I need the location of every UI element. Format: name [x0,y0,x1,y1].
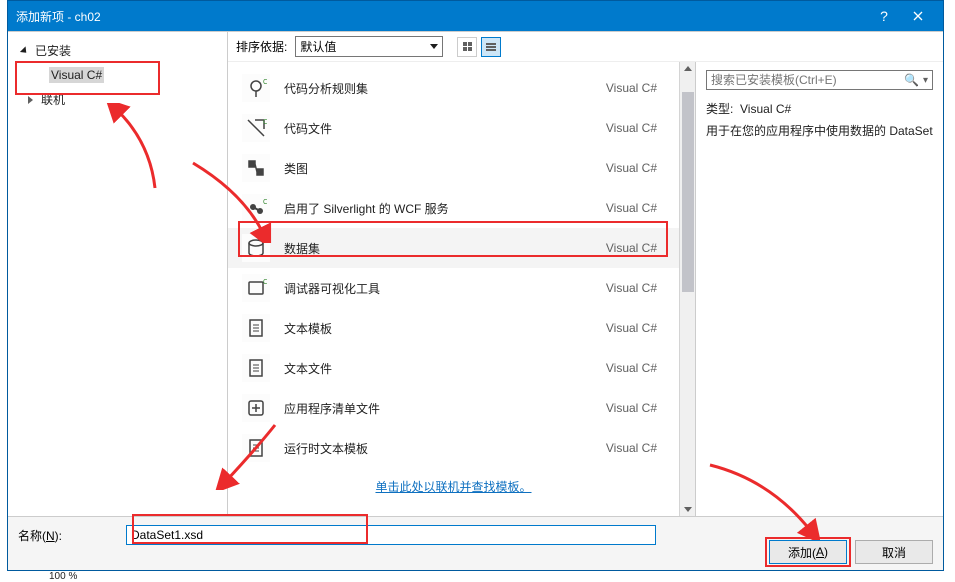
dialog-title: 添加新项 - ch02 [16,8,867,25]
grid-icon [463,42,472,51]
view-grid-button[interactable] [457,37,477,57]
list-item[interactable]: 文本文件 Visual C# [228,348,679,388]
search-input[interactable] [711,73,904,87]
help-button[interactable]: ? [867,1,901,31]
sort-by-select[interactable] [295,36,443,57]
template-icon: C# [242,194,270,222]
template-lang: Visual C# [606,81,657,95]
svg-text:C#: C# [263,199,267,206]
scrollbar[interactable] [679,62,695,516]
list-item[interactable]: 应用程序清单文件 Visual C# [228,388,679,428]
chevron-down-icon [20,46,29,55]
search-box[interactable]: 🔍 ▾ [706,70,933,90]
template-label: 运行时文本模板 [284,440,592,457]
dropdown-icon: ▾ [923,75,928,86]
template-label: 数据集 [284,240,592,257]
template-lang: Visual C# [606,241,657,255]
toolbar: 排序依据: [228,32,943,62]
tree-item-online[interactable]: 联机 [8,87,227,112]
svg-text:C#: C# [263,279,267,286]
preview-pane: 🔍 ▾ 类型: Visual C# 用于在您的应用程序中使用数据的 DataSe… [695,62,943,516]
list-icon [486,43,496,51]
list-item[interactable]: 数据集 Visual C# [228,228,679,268]
template-icon [242,354,270,382]
template-label: 启用了 Silverlight 的 WCF 服务 [284,200,592,217]
template-icon [242,314,270,342]
chevron-right-icon [28,96,33,104]
tree-item-installed[interactable]: 已安装 [8,38,227,63]
sort-by-label: 排序依据: [236,38,287,55]
template-label: 代码分析规则集 [284,80,592,97]
search-icon: 🔍 [904,73,919,87]
template-lang: Visual C# [606,161,657,175]
list-item[interactable]: C# 代码分析规则集 Visual C# [228,68,679,108]
cancel-button[interactable]: 取消 [855,540,933,564]
zoom-level: 100 % [47,571,79,582]
template-lang: Visual C# [606,201,657,215]
template-icon: C# [242,274,270,302]
template-lang: Visual C# [606,361,657,375]
template-lang: Visual C# [606,401,657,415]
template-icon [242,434,270,462]
template-icon [242,234,270,262]
go-online-link[interactable]: 单击此处以联机并查找模板。 [375,480,531,494]
list-item[interactable]: 文本模板 Visual C# [228,308,679,348]
template-label: 代码文件 [284,120,592,137]
template-icon [242,394,270,422]
template-lang: Visual C# [606,281,657,295]
titlebar: 添加新项 - ch02 ? [8,1,943,31]
list-item[interactable]: C# 调试器可视化工具 Visual C# [228,268,679,308]
template-label: 应用程序清单文件 [284,400,592,417]
list-item[interactable]: 类图 Visual C# [228,148,679,188]
add-button[interactable]: 添加(A) [769,540,847,564]
template-label: 类图 [284,160,592,177]
list-item[interactable]: 运行时文本模板 Visual C# [228,428,679,468]
add-new-item-dialog: 添加新项 - ch02 ? 已安装 Visual C# 联机 [7,0,944,571]
template-icon [242,154,270,182]
scroll-thumb[interactable] [682,92,694,292]
template-label: 文本文件 [284,360,592,377]
template-label: 调试器可视化工具 [284,280,592,297]
tree-item-csharp[interactable]: Visual C# [8,63,227,87]
template-lang: Visual C# [606,121,657,135]
list-item[interactable]: C# 启用了 Silverlight 的 WCF 服务 Visual C# [228,188,679,228]
preview-description: 用于在您的应用程序中使用数据的 DataSet [706,122,933,140]
template-lang: Visual C# [606,321,657,335]
preview-type-line: 类型: Visual C# [706,100,933,118]
template-list[interactable]: C# 代码分析规则集 Visual C# C# 代码文件 Visual C# 类图 Visua… [228,62,679,516]
scroll-down-icon [684,507,692,512]
close-button[interactable] [901,1,935,31]
template-lang: Visual C# [606,441,657,455]
template-label: 文本模板 [284,320,592,337]
name-input[interactable] [126,525,656,545]
scroll-up-icon [684,66,692,71]
list-item[interactable]: C# 代码文件 Visual C# [228,108,679,148]
view-list-button[interactable] [481,37,501,57]
sidebar: 已安装 Visual C# 联机 [8,32,228,516]
template-icon: C# [242,114,270,142]
name-label: 名称(N): [18,527,118,544]
svg-text:C#: C# [263,119,267,126]
footer: 名称(N): 添加(A) 取消 [8,516,943,570]
template-icon: C# [242,74,270,102]
svg-text:C#: C# [263,79,267,86]
